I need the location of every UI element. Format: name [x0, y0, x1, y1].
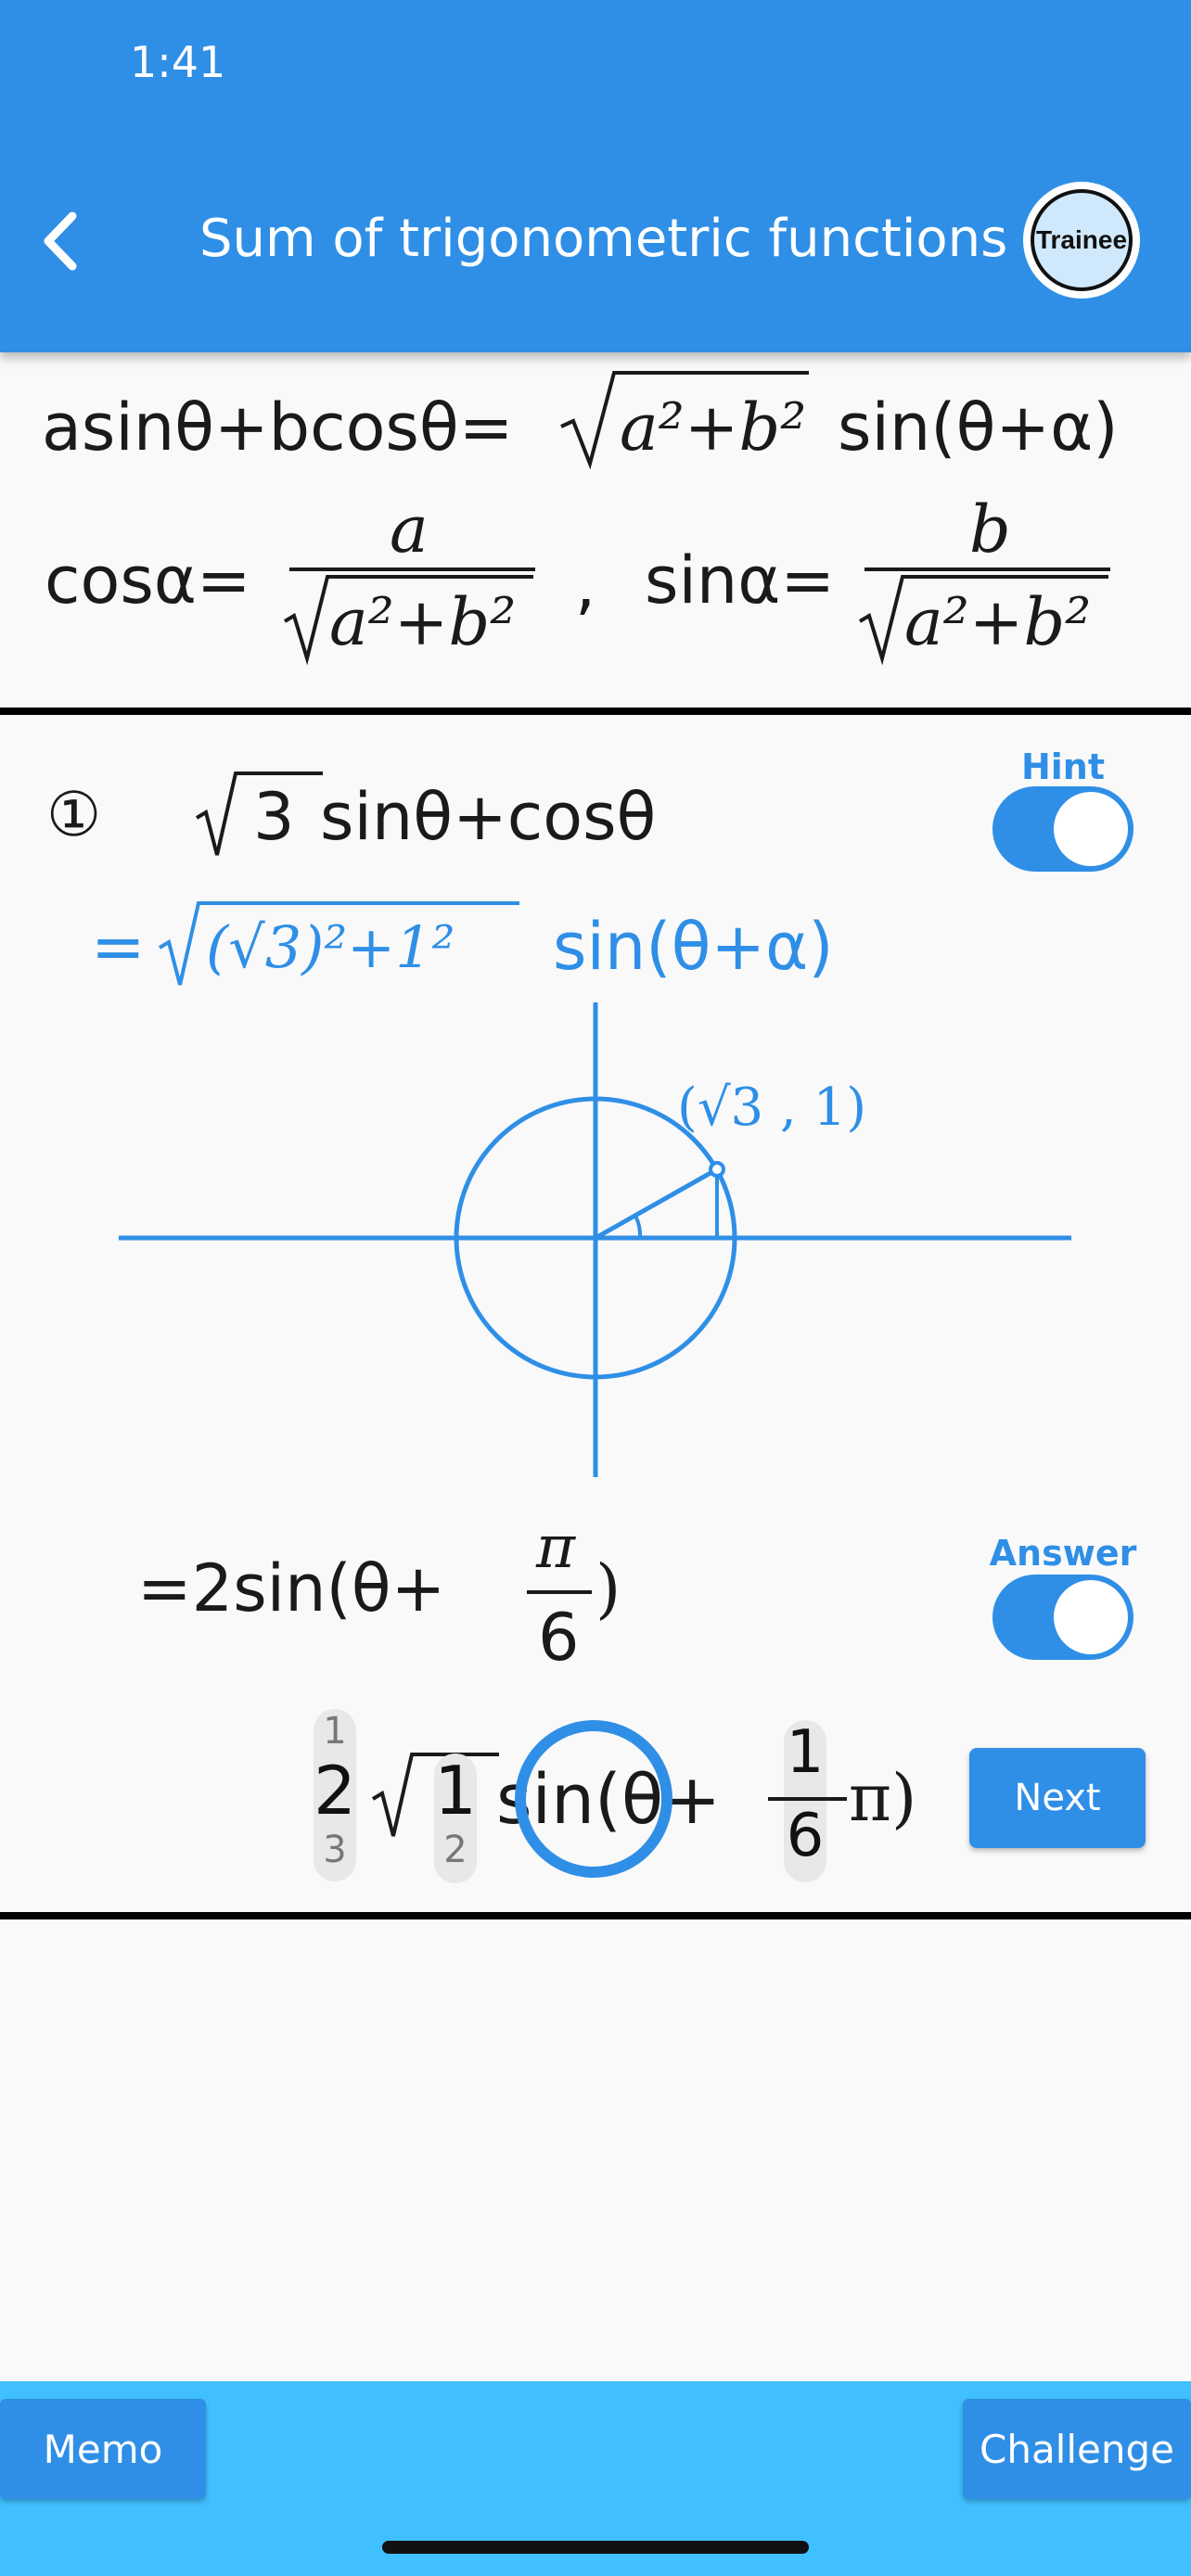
- answer-label: Answer: [989, 1533, 1137, 1574]
- formula-line1-lhs: asinθ+bcosθ=: [42, 389, 514, 465]
- formula-separator: ,: [575, 547, 596, 623]
- home-indicator: [382, 2541, 809, 2554]
- formula-sin-fraction-bar: [864, 567, 1110, 571]
- challenge-button[interactable]: Challenge: [963, 2399, 1191, 2499]
- hint-toggle-knob: [1054, 792, 1128, 866]
- hint-toggle[interactable]: [992, 786, 1133, 872]
- selection-circle: [515, 1720, 672, 1878]
- problem-expression: sinθ+cosθ: [320, 779, 657, 855]
- answer-input-fraction-bar: [768, 1797, 847, 1801]
- chevron-left-icon: [44, 211, 77, 271]
- formula-cos-numerator: a: [390, 491, 429, 567]
- hint-step-equals: =: [91, 909, 146, 985]
- fraction-denominator-value: 6: [786, 1802, 825, 1870]
- fraction-numerator-value: 1: [786, 1718, 825, 1787]
- formula-line1-rhs: sin(θ+α): [838, 389, 1119, 465]
- hint-step-rest: sin(θ+α): [553, 909, 834, 985]
- problem-number: ①: [46, 779, 102, 850]
- point-label: (√3 , 1): [677, 1078, 867, 1138]
- answer-input-tail: π): [849, 1760, 917, 1836]
- formula-sin-numerator: b: [969, 491, 1011, 567]
- answer-frac-numerator: π: [536, 1513, 576, 1582]
- coefficient-option-below: 3: [323, 1829, 347, 1871]
- memo-button[interactable]: Memo: [0, 2399, 206, 2499]
- rank-badge-label: Trainee: [1031, 189, 1133, 291]
- next-button[interactable]: Next: [969, 1748, 1146, 1848]
- answer-close-paren: ): [596, 1550, 621, 1626]
- page-title: Sum of trigonometric functions: [199, 209, 1008, 269]
- formula-reference: asinθ+bcosθ= a²+b² sin(θ+α) cosα= a a²+b…: [0, 352, 1191, 709]
- section-divider-top: [0, 708, 1191, 715]
- answer-expression: =2sin(θ+: [137, 1550, 446, 1626]
- problem-sqrt-radicand: 3: [253, 779, 295, 855]
- formula-sin-denominator: a²+b²: [904, 584, 1092, 660]
- app-header: 1:41 Sum of trigonometric functions Trai…: [0, 0, 1191, 352]
- answer-toggle-knob: [1054, 1580, 1128, 1654]
- answer-frac-denominator: 6: [538, 1600, 580, 1676]
- coefficient-picker[interactable]: 1 2 3: [314, 1709, 356, 1881]
- unit-circle-diagram: [119, 1002, 1071, 1477]
- hint-step-sqrt-content: (√3)²+1²: [206, 913, 455, 981]
- formula-sin-label: sinα=: [645, 542, 836, 618]
- answer-toggle[interactable]: [992, 1575, 1133, 1660]
- formula-line1-sqrt: a²+b²: [620, 389, 807, 465]
- back-button[interactable]: [28, 199, 93, 283]
- radicand-option-below: 2: [443, 1829, 467, 1871]
- radicand-picker[interactable]: 1 2: [434, 1753, 477, 1883]
- status-time: 1:41: [130, 37, 226, 87]
- answer-fraction-bar: [527, 1590, 592, 1594]
- hint-label: Hint: [1020, 746, 1106, 787]
- fraction-picker[interactable]: 1 6: [784, 1720, 826, 1882]
- section-divider-bottom: [0, 1912, 1191, 1919]
- formula-cos-fraction-bar: [289, 567, 535, 571]
- rank-badge[interactable]: Trainee: [1023, 182, 1140, 299]
- formula-cos-label: cosα=: [45, 542, 251, 618]
- coefficient-value: 2: [314, 1752, 356, 1830]
- coefficient-option-above: 1: [323, 1710, 347, 1753]
- radicand-value: 1: [434, 1752, 477, 1830]
- formula-cos-denominator: a²+b²: [329, 584, 517, 660]
